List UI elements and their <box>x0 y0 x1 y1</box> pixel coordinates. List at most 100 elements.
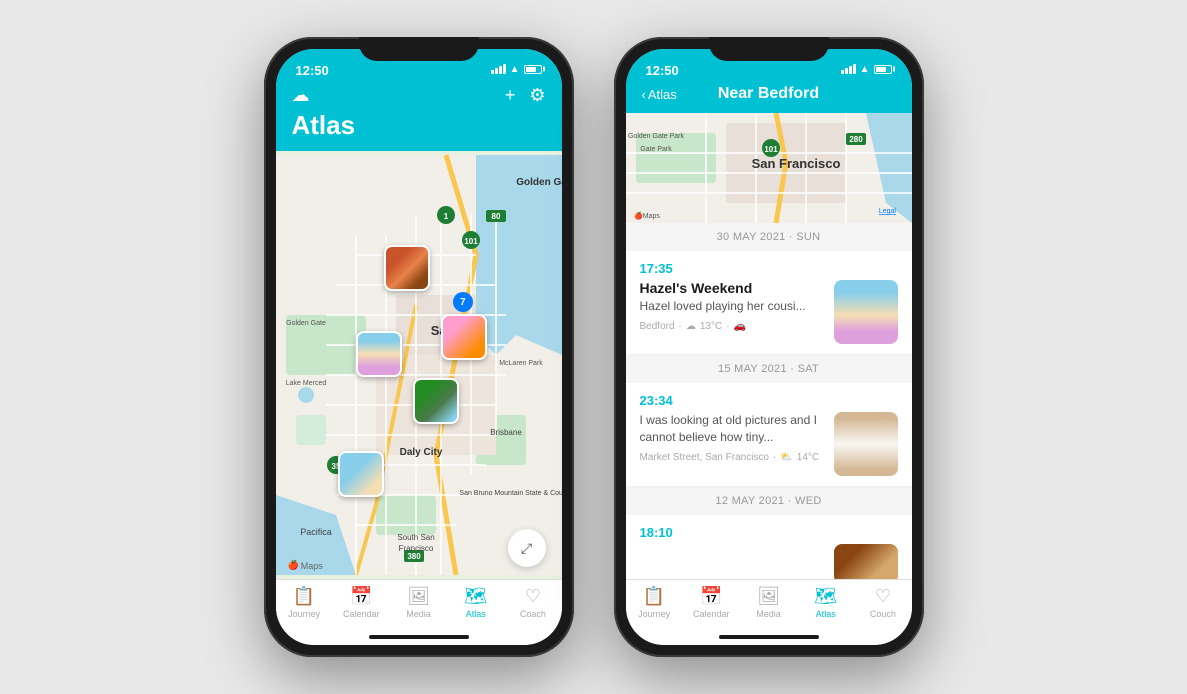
entry-thumb-2 <box>834 412 898 476</box>
map-area-left[interactable]: 1 101 80 35 380 Golden Gate San Fr isco … <box>276 151 562 579</box>
expand-button[interactable]: ⤢ <box>508 529 546 567</box>
tab-couch-right[interactable]: ♡ Couch <box>854 586 911 619</box>
pin-beach[interactable] <box>338 451 384 497</box>
svg-text:380: 380 <box>407 552 421 561</box>
thumb-dog-img <box>834 412 898 476</box>
svg-text:Golden Gate: Golden Gate <box>516 177 562 188</box>
coach-icon-left: ♡ <box>525 586 541 607</box>
tab-coach-left[interactable]: ♡ Coach <box>504 586 561 619</box>
entry-card-2[interactable]: 23:34 I was looking at old pictures and … <box>626 383 912 487</box>
svg-text:1: 1 <box>443 212 448 221</box>
chevron-left-icon: ‹ <box>642 87 646 102</box>
add-icon[interactable]: + <box>505 85 516 106</box>
apple-maps-label-left: 🍎 Maps <box>288 560 323 571</box>
svg-text:Francisco: Francisco <box>398 544 433 553</box>
signal-icon-left <box>491 64 506 74</box>
notch-right <box>709 37 829 61</box>
left-phone: 12:50 ▲ ☁ <box>264 37 574 657</box>
svg-text:McLaren Park: McLaren Park <box>499 360 543 367</box>
phone-screen-right: 12:50 ▲ ‹ <box>626 49 912 645</box>
back-button[interactable]: ‹ Atlas <box>642 87 677 102</box>
couch-label-right: Couch <box>870 609 896 619</box>
app-header-right: ‹ Atlas Near Bedford <box>626 81 912 113</box>
entry-preview-2: I was looking at old pictures and I cann… <box>640 412 824 446</box>
temp-2: 14°C <box>797 452 819 463</box>
journey-label-right: Journey <box>638 609 670 619</box>
phones-container: 12:50 ▲ ☁ <box>264 37 924 657</box>
wifi-icon-right: ▲ <box>860 64 870 75</box>
entry-thumb-3 <box>834 544 898 579</box>
journey-icon-right: 📋 <box>643 586 665 607</box>
entry-text-3 <box>640 544 824 579</box>
tab-media-left[interactable]: 🖼 Media <box>390 586 447 619</box>
dot-2: · <box>726 321 729 332</box>
entry-card-1[interactable]: 17:35 Hazel's Weekend Hazel loved playin… <box>626 251 912 355</box>
battery-icon-right <box>874 65 892 74</box>
app-header-left: ☁ + ⚙ Atlas <box>276 81 562 151</box>
home-indicator-right <box>626 629 912 645</box>
svg-text:🍎Maps: 🍎Maps <box>634 211 660 220</box>
media-label-right: Media <box>756 609 781 619</box>
svg-text:Daly City: Daly City <box>399 447 442 458</box>
signal-icon-right <box>841 64 856 74</box>
entry-text-2: I was looking at old pictures and I cann… <box>640 412 824 476</box>
media-icon-right: 🖼 <box>757 586 780 607</box>
map-svg-left: 1 101 80 35 380 Golden Gate San Fr isco … <box>276 151 562 579</box>
tab-media-right[interactable]: 🖼 Media <box>740 586 797 619</box>
journey-label-left: Journey <box>288 609 320 619</box>
entry-body-3 <box>640 544 898 579</box>
right-phone: 12:50 ▲ ‹ <box>614 37 924 657</box>
dot-3: · <box>773 452 776 463</box>
wifi-icon-left: ▲ <box>510 64 520 75</box>
couch-icon-right: ♡ <box>875 586 891 607</box>
journey-icon-left: 📋 <box>293 586 315 607</box>
entry-time-1: 17:35 <box>640 261 898 276</box>
time-left: 12:50 <box>296 61 329 78</box>
svg-text:101: 101 <box>764 145 778 154</box>
map-badge-7: 7 <box>453 292 473 312</box>
location-2: Market Street, San Francisco <box>640 452 770 463</box>
calendar-icon-left: 📅 <box>350 586 372 607</box>
home-indicator-left <box>276 629 562 645</box>
detail-content[interactable]: 101 280 San Francisco Golden Gate Park G… <box>626 113 912 579</box>
header-icons: + ⚙ <box>505 85 546 106</box>
date-separator-3: 12 MAY 2021 · WED <box>626 487 912 515</box>
entry-meta-2: Market Street, San Francisco · ⛅ 14°C <box>640 452 824 463</box>
tab-bar-right: 📋 Journey 📅 Calendar 🖼 Media 🗺 Atlas ♡ <box>626 579 912 629</box>
detail-map-svg: 101 280 San Francisco Golden Gate Park G… <box>626 113 912 223</box>
tab-atlas-right[interactable]: 🗺 Atlas <box>797 586 854 619</box>
pin-family[interactable] <box>413 378 459 424</box>
atlas-label-right: Atlas <box>816 609 836 619</box>
atlas-header-row: ☁ + ⚙ <box>292 85 546 106</box>
tab-calendar-right[interactable]: 📅 Calendar <box>683 586 740 619</box>
svg-text:Golden Gate: Golden Gate <box>286 320 326 327</box>
date-separator-2: 15 MAY 2021 · SAT <box>626 355 912 383</box>
tab-atlas-left[interactable]: 🗺 Atlas <box>447 586 504 619</box>
settings-icon[interactable]: ⚙ <box>529 85 545 106</box>
detail-map[interactable]: 101 280 San Francisco Golden Gate Park G… <box>626 113 912 223</box>
atlas-label-left: Atlas <box>466 609 486 619</box>
entry-meta-1: Bedford · ☁ 13°C · 🚗 <box>640 321 824 332</box>
entry-preview-1: Hazel loved playing her cousi... <box>640 298 824 315</box>
date-separator-1: 30 MAY 2021 · SUN <box>626 223 912 251</box>
tab-journey-right[interactable]: 📋 Journey <box>626 586 683 619</box>
atlas-icon-right: 🗺 <box>814 586 837 607</box>
detail-header-row: ‹ Atlas Near Bedford <box>642 85 896 103</box>
dot-1: · <box>679 321 682 332</box>
calendar-icon-right: 📅 <box>700 586 722 607</box>
pin-couple[interactable] <box>441 314 487 360</box>
media-label-left: Media <box>406 609 431 619</box>
cloud-icon[interactable]: ☁ <box>292 85 310 106</box>
tab-journey-left[interactable]: 📋 Journey <box>276 586 333 619</box>
svg-text:101: 101 <box>464 237 478 246</box>
thumb-bottom-img <box>834 544 898 579</box>
svg-text:80: 80 <box>491 212 500 221</box>
time-right: 12:50 <box>646 61 679 78</box>
pin-girl-ukulele[interactable] <box>356 331 402 377</box>
pin-golden-gate[interactable] <box>384 245 430 291</box>
apple-icon: 🍎 <box>288 560 299 571</box>
entry-title-1: Hazel's Weekend <box>640 280 824 296</box>
svg-text:Brisbane: Brisbane <box>490 428 522 437</box>
entry-card-3[interactable]: 18:10 <box>626 515 912 579</box>
tab-calendar-left[interactable]: 📅 Calendar <box>333 586 390 619</box>
